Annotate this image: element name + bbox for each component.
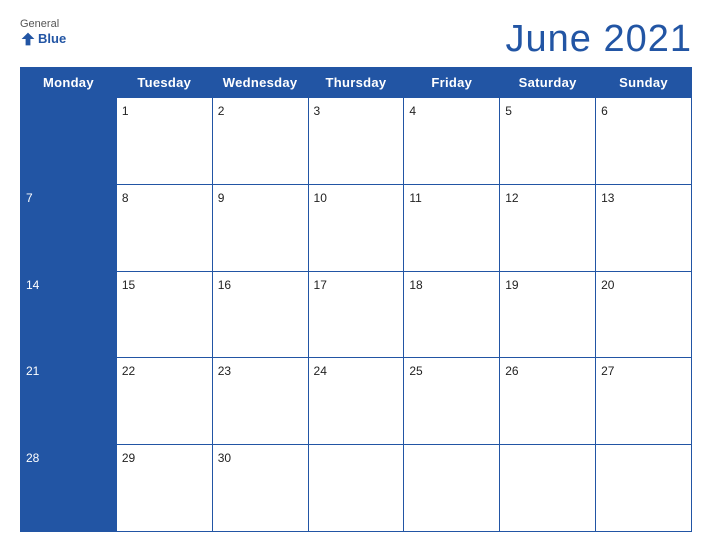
day-number: 17	[314, 278, 327, 292]
day-number: 7	[26, 191, 33, 205]
day-number: 29	[122, 451, 135, 465]
header: General Blue June 2021	[20, 18, 692, 61]
calendar-day-cell: 7	[21, 184, 117, 271]
calendar-day-cell: 2	[212, 98, 308, 185]
day-number: 22	[122, 364, 135, 378]
day-number: 20	[601, 278, 614, 292]
logo-blue-text: Blue	[20, 31, 66, 47]
day-number: 8	[122, 191, 129, 205]
day-number: 5	[505, 104, 512, 118]
calendar-day-cell: 25	[404, 358, 500, 445]
day-number: 19	[505, 278, 518, 292]
calendar-day-cell: 8	[116, 184, 212, 271]
calendar-day-cell: 30	[212, 445, 308, 532]
calendar-day-header: Wednesday	[212, 68, 308, 98]
day-number: 27	[601, 364, 614, 378]
logo: General Blue	[20, 18, 66, 47]
day-number: 25	[409, 364, 422, 378]
calendar-day-cell	[500, 445, 596, 532]
calendar-day-cell: 6	[596, 98, 692, 185]
calendar-table: MondayTuesdayWednesdayThursdayFridaySatu…	[20, 67, 692, 532]
calendar-day-cell	[596, 445, 692, 532]
calendar-day-cell: 15	[116, 271, 212, 358]
calendar-day-cell: 11	[404, 184, 500, 271]
day-number: 9	[218, 191, 225, 205]
calendar-day-header: Monday	[21, 68, 117, 98]
day-number: 21	[26, 364, 39, 378]
logo-bird-icon	[20, 31, 36, 47]
calendar-day-cell	[404, 445, 500, 532]
calendar-day-cell: 10	[308, 184, 404, 271]
day-number: 30	[218, 451, 231, 465]
calendar-header-row: MondayTuesdayWednesdayThursdayFridaySatu…	[21, 68, 692, 98]
day-number: 13	[601, 191, 614, 205]
calendar-day-cell	[308, 445, 404, 532]
calendar-day-cell: 14	[21, 271, 117, 358]
day-number: 16	[218, 278, 231, 292]
calendar-day-cell: 13	[596, 184, 692, 271]
day-number: 1	[122, 104, 129, 118]
calendar-week-row: 28 29 30	[21, 445, 692, 532]
calendar-day-cell: 28	[21, 445, 117, 532]
day-number: 15	[122, 278, 135, 292]
calendar-day-cell: 18	[404, 271, 500, 358]
calendar-week-row: 1 2 3 4 5 6	[21, 98, 692, 185]
day-number: 6	[601, 104, 608, 118]
calendar-week-row: 21 22 23 24 25 26 27	[21, 358, 692, 445]
day-number: 3	[314, 104, 321, 118]
calendar-day-cell: 21	[21, 358, 117, 445]
calendar-day-cell: 12	[500, 184, 596, 271]
day-number: 18	[409, 278, 422, 292]
calendar-day-header: Thursday	[308, 68, 404, 98]
calendar-day-cell: 4	[404, 98, 500, 185]
calendar-day-header: Saturday	[500, 68, 596, 98]
calendar-day-cell: 27	[596, 358, 692, 445]
day-number: 23	[218, 364, 231, 378]
logo-general-text: General	[20, 18, 59, 31]
month-title: June 2021	[506, 18, 693, 61]
day-number: 14	[26, 278, 39, 292]
calendar-day-cell: 16	[212, 271, 308, 358]
calendar-day-header: Tuesday	[116, 68, 212, 98]
calendar-day-cell: 3	[308, 98, 404, 185]
calendar-week-row: 7 8 9 10 11 12 13	[21, 184, 692, 271]
calendar-day-cell: 9	[212, 184, 308, 271]
calendar-day-cell: 5	[500, 98, 596, 185]
calendar-day-header: Friday	[404, 68, 500, 98]
day-number: 26	[505, 364, 518, 378]
calendar-day-cell: 26	[500, 358, 596, 445]
calendar-day-cell: 23	[212, 358, 308, 445]
calendar-day-cell	[21, 98, 117, 185]
day-number: 28	[26, 451, 39, 465]
calendar-week-row: 14 15 16 17 18 19 20	[21, 271, 692, 358]
day-number: 4	[409, 104, 416, 118]
calendar-day-header: Sunday	[596, 68, 692, 98]
calendar-day-cell: 17	[308, 271, 404, 358]
calendar-day-cell: 22	[116, 358, 212, 445]
day-number: 11	[409, 191, 421, 205]
calendar-day-cell: 19	[500, 271, 596, 358]
calendar-day-cell: 1	[116, 98, 212, 185]
day-number: 10	[314, 191, 327, 205]
calendar-day-cell: 24	[308, 358, 404, 445]
day-number: 24	[314, 364, 327, 378]
day-number: 2	[218, 104, 225, 118]
calendar-day-cell: 29	[116, 445, 212, 532]
day-number: 12	[505, 191, 518, 205]
calendar-day-cell: 20	[596, 271, 692, 358]
